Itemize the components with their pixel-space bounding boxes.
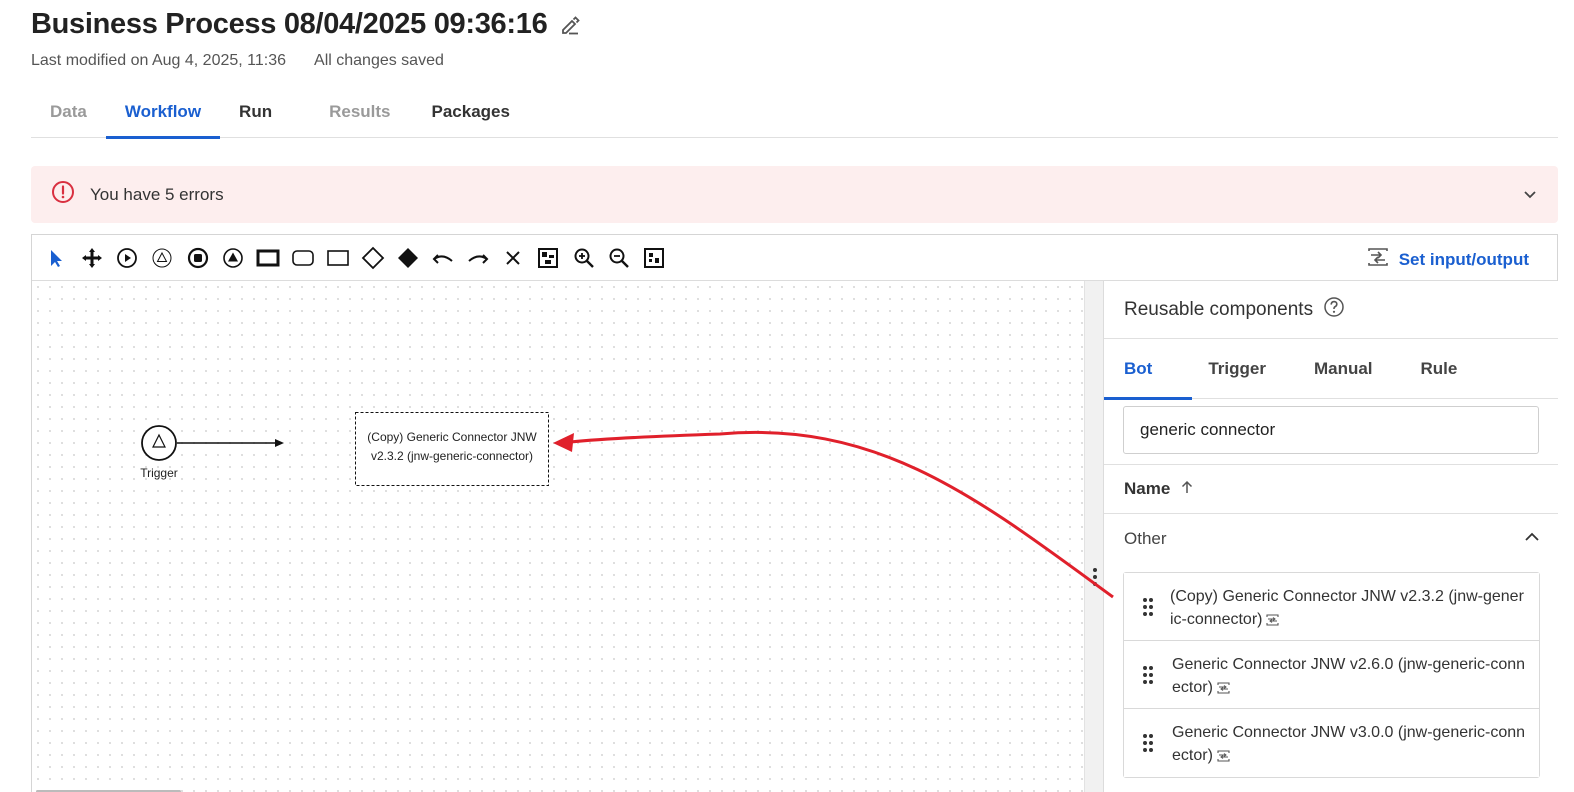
save-status-text: All changes saved [314, 52, 444, 69]
start-event-icon[interactable] [115, 246, 139, 270]
tab-results[interactable]: Results [291, 86, 409, 138]
drag-handle-icon[interactable] [1142, 597, 1154, 622]
tab-packages[interactable]: Packages [410, 86, 529, 138]
move-icon[interactable] [80, 246, 104, 270]
input-output-icon [1217, 746, 1230, 769]
zoom-out-icon[interactable] [607, 246, 631, 270]
list-item[interactable]: (Copy) Generic Connector JNW v2.3.2 (jnw… [1124, 573, 1539, 641]
redo-icon[interactable] [466, 246, 490, 270]
layout-icon[interactable] [536, 246, 560, 270]
panel-resize-handle[interactable] [1084, 281, 1103, 792]
fit-icon[interactable] [642, 246, 666, 270]
trigger-node[interactable] [141, 425, 177, 461]
search-container [1104, 399, 1558, 465]
group-header-other[interactable]: Other [1104, 514, 1558, 563]
drag-handle-icon[interactable] [1142, 733, 1154, 758]
end-event-icon[interactable] [186, 246, 210, 270]
task-label-line1: (Copy) Generic Connector JNW [367, 430, 537, 444]
workflow-canvas[interactable]: Trigger (Copy) Generic Connector JNW v2.… [32, 281, 1084, 792]
main-tabs: Data Workflow Run Results Packages [31, 86, 1558, 139]
help-icon[interactable] [1323, 296, 1345, 324]
error-banner[interactable]: You have 5 errors [31, 166, 1558, 223]
sort-header[interactable]: Name [1104, 465, 1558, 514]
undo-icon[interactable] [431, 246, 455, 270]
tab-manual[interactable]: Manual [1294, 339, 1401, 399]
task-bold-icon[interactable] [256, 246, 280, 270]
input-output-icon [1217, 678, 1230, 701]
reusable-components-panel: Reusable components Bot Trigger Manual R… [1103, 281, 1558, 792]
last-modified-text: Last modified on Aug 4, 2025, 11:36 [31, 52, 287, 69]
drag-handle-icon[interactable] [1142, 665, 1154, 690]
list-item[interactable]: Generic Connector JNW v3.0.0 (jnw-generi… [1124, 709, 1539, 777]
delete-icon[interactable] [501, 246, 525, 270]
trigger-event-icon[interactable] [150, 246, 174, 270]
list-item-text: Generic Connector JNW v3.0.0 (jnw-generi… [1172, 721, 1527, 769]
set-input-output-label: Set input/output [1398, 249, 1529, 269]
pointer-icon[interactable] [44, 246, 68, 270]
tab-workflow[interactable]: Workflow [105, 86, 221, 139]
chevron-up-icon[interactable] [1524, 529, 1540, 550]
error-text: You have 5 errors [90, 184, 224, 204]
sequence-flow-arrow[interactable] [177, 439, 284, 447]
page-header: Business Process 08/04/2025 09:36:16 [31, 8, 581, 41]
escalation-event-icon[interactable] [221, 246, 245, 270]
edit-title-icon[interactable] [559, 14, 581, 36]
list-item-name: (Copy) Generic Connector JNW v2.3.2 (jnw… [1170, 588, 1524, 628]
task-label-line2: v2.3.2 (jnw-generic-connector) [371, 449, 533, 463]
error-icon [51, 180, 75, 209]
panel-title: Reusable components [1124, 298, 1314, 320]
tab-bot[interactable]: Bot [1104, 339, 1193, 400]
zoom-in-icon[interactable] [572, 246, 596, 270]
panel-header: Reusable components [1104, 281, 1558, 339]
list-item-text: (Copy) Generic Connector JNW v2.3.2 (jnw… [1170, 585, 1525, 633]
tab-trigger[interactable]: Trigger [1192, 339, 1294, 399]
list-item[interactable]: Generic Connector JNW v2.6.0 (jnw-generi… [1124, 641, 1539, 709]
tab-run[interactable]: Run [220, 86, 291, 138]
input-output-icon [1266, 610, 1280, 633]
workflow-editor: Set input/output Trigger (Copy) Generic … [31, 234, 1558, 792]
set-input-output-button[interactable]: Set input/output [1367, 247, 1529, 272]
arrow-up-icon [1180, 479, 1194, 499]
tab-rule[interactable]: Rule [1401, 339, 1478, 399]
filled-gateway-icon[interactable] [396, 246, 420, 270]
component-search-input[interactable] [1123, 406, 1539, 454]
gateway-icon[interactable] [361, 246, 385, 270]
group-label: Other [1124, 528, 1167, 548]
chevron-down-icon[interactable] [1522, 186, 1538, 207]
panel-tabs: Bot Trigger Manual Rule [1104, 339, 1558, 400]
tab-data[interactable]: Data [31, 86, 106, 138]
editor-toolbar: Set input/output [32, 235, 1557, 281]
meta-row: Last modified on Aug 4, 2025, 11:36 All … [31, 52, 444, 70]
component-list: (Copy) Generic Connector JNW v2.3.2 (jnw… [1123, 572, 1540, 778]
vertical-dots-icon [1092, 567, 1098, 592]
page-title: Business Process 08/04/2025 09:36:16 [31, 8, 548, 40]
trigger-label: Trigger [140, 466, 178, 480]
list-item-text: Generic Connector JNW v2.6.0 (jnw-generi… [1172, 653, 1527, 701]
sort-name-label: Name [1124, 479, 1171, 498]
rounded-task-icon[interactable] [291, 246, 315, 270]
task-icon[interactable] [326, 246, 350, 270]
input-output-icon [1367, 247, 1389, 272]
